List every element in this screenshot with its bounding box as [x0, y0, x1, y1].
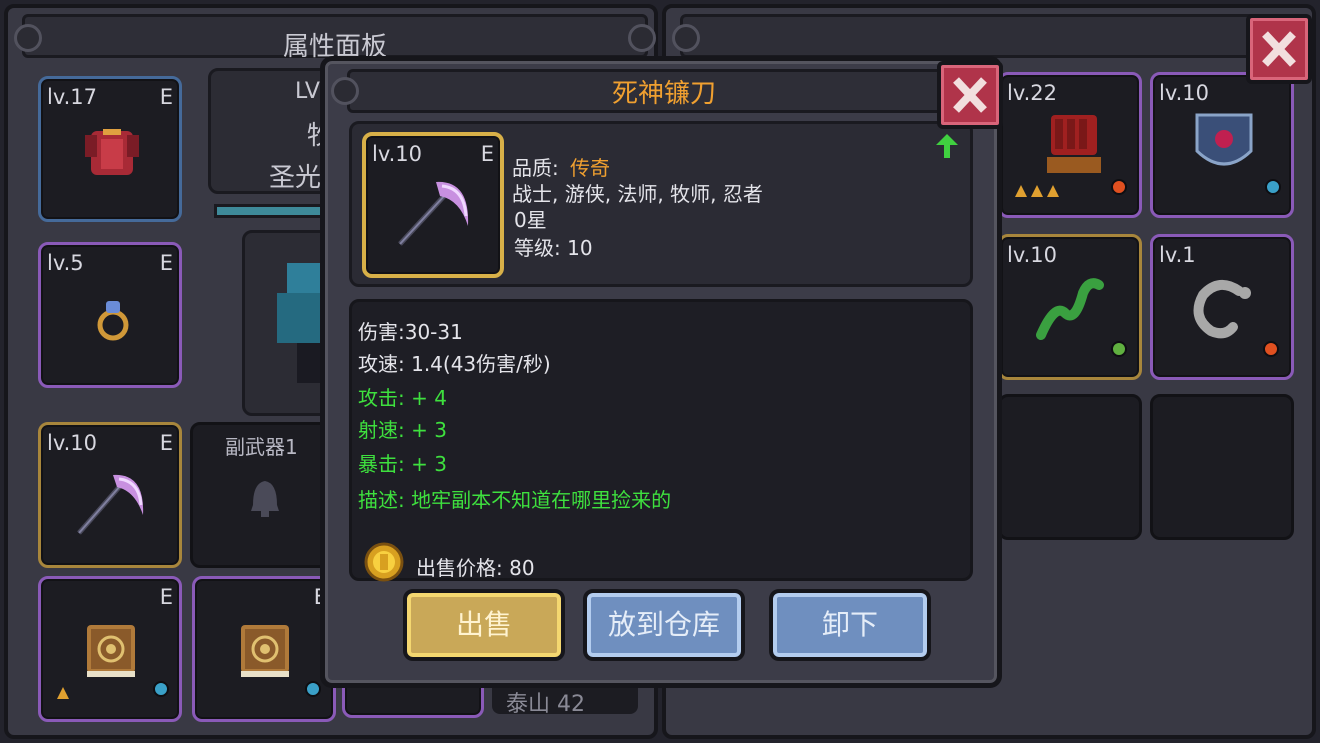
item-tag: E	[480, 142, 494, 166]
equipped-tag: E	[159, 431, 173, 455]
red-gem-icon	[1111, 179, 1127, 195]
slot-level: lv.1	[1159, 243, 1196, 267]
inventory-slot-hook[interactable]: lv.1	[1150, 234, 1294, 380]
bell-icon	[251, 481, 279, 517]
store-to-warehouse-button[interactable]: 放到仓库	[583, 589, 745, 661]
character-info-box: LV 牧 圣光	[208, 68, 338, 194]
blue-gem-icon	[1265, 179, 1281, 195]
stars-icon	[1015, 185, 1059, 197]
hook-icon	[1193, 280, 1251, 339]
green-gem-icon	[1111, 341, 1127, 357]
item-stars: 0星	[514, 208, 547, 232]
slot-level: lv.17	[47, 85, 98, 109]
item-detail-dialog: 死神镰刀 lv.10 E 品质: 传奇 战士, 游侠, 法师, 牧师, 忍者 0…	[320, 56, 1003, 688]
slot-level: lv.22	[1007, 81, 1058, 105]
equipped-tag: E	[159, 585, 173, 609]
equipped-tag: E	[159, 251, 173, 275]
item-preview-slot: lv.10 E	[362, 132, 504, 278]
blue-gem-icon	[305, 681, 321, 697]
exp-bar	[214, 204, 334, 218]
close-icon	[1262, 31, 1296, 67]
quality-label: 品质:	[512, 156, 566, 180]
inventory-close-button[interactable]	[1246, 14, 1312, 84]
upgrade-arrow-icon[interactable]	[936, 134, 958, 158]
char-title: 圣光	[269, 163, 322, 193]
unequip-button[interactable]: 卸下	[769, 589, 931, 661]
dialog-title: 死神镰刀	[611, 79, 716, 109]
slot-level: lv.10	[47, 431, 98, 455]
side-weapon-slot[interactable]: 副武器1	[190, 422, 334, 568]
close-icon	[953, 77, 987, 113]
item-level: lv.10	[372, 142, 423, 166]
red-armor-icon	[85, 129, 139, 175]
inventory-slot-empty[interactable]	[1150, 394, 1294, 540]
inventory-slot-gauntlet[interactable]: lv.22	[998, 72, 1142, 218]
ring-icon	[97, 301, 129, 341]
bonus-shoot-speed-stat: 射速: + 3	[358, 418, 447, 442]
inventory-titlebar	[680, 14, 1260, 58]
red-gauntlet-icon	[1047, 115, 1101, 173]
bonus-attack-stat: 攻击: + 4	[358, 386, 447, 410]
char-header: LV	[295, 79, 320, 104]
item-info-panel: lv.10 E 品质: 传奇 战士, 游侠, 法师, 牧师, 忍者 0星 等级:…	[349, 121, 973, 287]
tome-icon	[241, 625, 289, 677]
inventory-slot-empty[interactable]	[998, 394, 1142, 540]
item-classes: 战士, 游侠, 法师, 牧师, 忍者	[512, 182, 763, 206]
dialog-close-button[interactable]	[937, 61, 1003, 129]
tome-icon	[87, 625, 135, 677]
item-level-requirement: 等级: 10	[514, 236, 593, 260]
side-weapon-label: 副武器1	[225, 435, 298, 459]
scythe-icon	[398, 181, 469, 246]
inventory-slot-shield[interactable]: lv.10	[1150, 72, 1294, 218]
equipped-tag: E	[159, 85, 173, 109]
inventory-slot-snake[interactable]: lv.10	[998, 234, 1142, 380]
slot-level: lv.10	[1007, 243, 1058, 267]
damage-stat: 伤害:30-31	[358, 320, 463, 344]
green-snake-icon	[1036, 278, 1104, 340]
item-description: 描述: 地牢副本不知道在哪里捡来的	[358, 488, 672, 512]
equipment-slot-book-2[interactable]: E	[192, 576, 336, 722]
bottom-info-text: 泰山 42	[506, 692, 585, 717]
blue-gem-icon	[153, 681, 169, 697]
bolt-icon	[672, 24, 700, 52]
equipment-slot-book-1[interactable]: E	[38, 576, 182, 722]
sell-button[interactable]: 出售	[403, 589, 565, 661]
shield-icon	[1195, 113, 1253, 166]
quality-value: 传奇	[570, 156, 610, 180]
scythe-icon	[77, 474, 144, 535]
red-gem-icon	[1263, 341, 1279, 357]
star-icon	[57, 687, 69, 699]
sell-price: 出售价格: 80	[416, 556, 535, 580]
gold-coin-icon	[364, 542, 404, 582]
equipment-slot-armor[interactable]: lv.17 E	[38, 76, 182, 222]
equipment-slot-weapon[interactable]: lv.10 E	[38, 422, 182, 568]
attack-speed-stat: 攻速: 1.4(43伤害/秒)	[358, 352, 551, 376]
bonus-crit-stat: 暴击: + 3	[358, 452, 447, 476]
item-stats-panel: 伤害:30-31 攻速: 1.4(43伤害/秒) 攻击: + 4 射速: + 3…	[349, 299, 973, 582]
slot-level: lv.10	[1159, 81, 1210, 105]
equipment-slot-ring[interactable]: lv.5 E	[38, 242, 182, 388]
slot-level: lv.5	[47, 251, 84, 275]
